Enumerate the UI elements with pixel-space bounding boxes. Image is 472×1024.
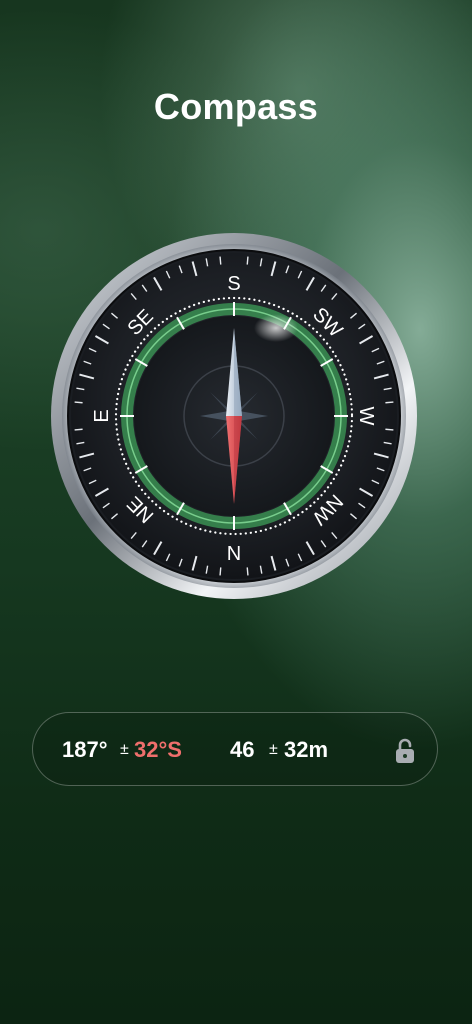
outer-tick xyxy=(74,401,83,404)
label-w: W xyxy=(355,407,377,426)
altitude-accuracy: 32m xyxy=(284,737,329,762)
glass-glare xyxy=(254,314,298,342)
outer-tick xyxy=(385,428,394,431)
label-e: E xyxy=(91,409,113,422)
heading-accuracy: 32°S xyxy=(134,737,182,762)
readout-bar: 187° ± 32°S 46 ± 32m xyxy=(32,712,438,786)
compass-dial: S SW W NW NE E SE N xyxy=(51,233,417,599)
unlock-icon[interactable] xyxy=(394,737,416,765)
outer-tick xyxy=(246,256,249,265)
page-title: Compass xyxy=(153,86,319,127)
outer-tick xyxy=(219,567,222,576)
label-n: N xyxy=(227,543,241,565)
label-s: S xyxy=(227,273,240,295)
outer-tick xyxy=(219,256,222,265)
outer-tick xyxy=(74,428,83,431)
outer-tick xyxy=(246,567,249,576)
outer-tick xyxy=(385,401,394,404)
altitude-plus-minus: ± xyxy=(269,741,278,758)
heading-plus-minus: ± xyxy=(120,741,129,758)
heading-value: 187° xyxy=(62,737,108,762)
altitude-value: 46 xyxy=(230,737,255,762)
